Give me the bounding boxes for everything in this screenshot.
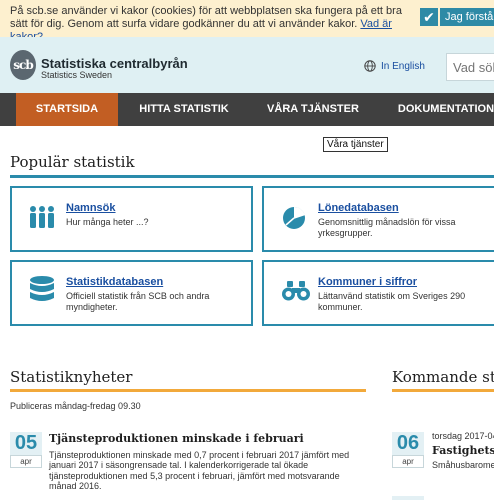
language-link[interactable]: In English	[381, 61, 425, 72]
nav-hitta-statistik[interactable]: HITTA STATISTIK	[128, 93, 240, 126]
card-statistikdatabasen[interactable]: Statistikdatabasen Officiell statistik f…	[10, 260, 253, 326]
news-item-title[interactable]: Tjänsteproduktionen minskade i februari	[49, 432, 304, 445]
card-desc-statistikdatabasen: Officiell statistik från SCB och andra m…	[66, 291, 210, 312]
card-desc-lonedatabasen: Genomsnittlig månadslön för vissa yrkesg…	[318, 217, 456, 238]
card-lonedatabasen[interactable]: Lönedatabasen Genomsnittlig månadslön fö…	[262, 186, 494, 252]
nav-tooltip: Våra tjänster	[323, 137, 388, 152]
people-icon	[30, 206, 54, 228]
news-heading: Statistiknyheter	[10, 368, 133, 386]
upcoming-item-title[interactable]: Fastighetspriser	[432, 444, 494, 457]
upcoming-heading: Kommande statistik	[392, 368, 494, 386]
site-subname: Statistics Sweden	[41, 70, 113, 80]
upcoming-date-day: 06	[396, 432, 420, 454]
nav-startsida[interactable]: STARTSIDA	[16, 93, 118, 126]
upcoming-date-badge-2	[392, 496, 424, 500]
popular-heading: Populär statistik	[10, 153, 135, 171]
card-desc-namnsok: Hur många heter ...?	[66, 217, 149, 227]
card-namnsok[interactable]: Namnsök Hur många heter ...?	[10, 186, 253, 252]
news-date-month: apr	[10, 455, 42, 468]
card-title-statistikdatabasen[interactable]: Statistikdatabasen	[66, 276, 163, 288]
check-icon[interactable]: ✔	[420, 8, 438, 26]
site-name[interactable]: Statistiska centralbyrån	[41, 56, 188, 71]
page: På scb.se använder vi kakor (cookies) fö…	[0, 0, 494, 500]
card-desc-kommuner: Lättanvänd statistik om Sveriges 290 kom…	[318, 291, 466, 312]
upcoming-date-month: apr	[392, 455, 424, 468]
database-icon	[30, 276, 54, 301]
news-divider	[10, 389, 366, 392]
card-title-lonedatabasen[interactable]: Lönedatabasen	[318, 202, 399, 214]
upcoming-date-badge: 06 apr	[392, 432, 424, 468]
binoculars-icon	[282, 281, 310, 301]
scb-logo[interactable]: scb	[10, 50, 36, 80]
pie-chart-icon	[283, 206, 305, 229]
card-title-kommuner[interactable]: Kommuner i siffror	[318, 276, 417, 288]
news-publish-schedule: Publiceras måndag-fredag 09.30	[10, 401, 141, 411]
upcoming-item-text: Småhusbarometern	[432, 460, 494, 470]
globe-icon	[364, 60, 376, 72]
search-input[interactable]	[446, 53, 494, 81]
cookie-text: På scb.se använder vi kakor (cookies) fö…	[10, 5, 402, 30]
nav-vara-tjanster[interactable]: VÅRA TJÄNSTER	[258, 93, 368, 126]
news-date-day: 05	[14, 432, 38, 454]
upcoming-divider	[392, 389, 494, 392]
cookie-banner: På scb.se använder vi kakor (cookies) fö…	[0, 0, 494, 43]
news-item-text: Tjänsteproduktionen minskade med 0,7 pro…	[49, 450, 350, 492]
nav-dokumentation[interactable]: DOKUMENTATION	[386, 93, 494, 126]
news-date-badge: 05 apr	[10, 432, 42, 468]
card-kommuner-i-siffror[interactable]: Kommuner i siffror Lättanvänd statistik …	[262, 260, 494, 326]
popular-divider	[10, 175, 494, 178]
main-nav: STARTSIDA HITTA STATISTIK VÅRA TJÄNSTER …	[0, 93, 494, 126]
cookie-accept-button[interactable]: Jag förstår	[440, 8, 494, 26]
upcoming-item-date: torsdag 2017-04-06	[432, 431, 494, 441]
site-header: scb Statistiska centralbyrån Statistics …	[0, 37, 494, 93]
card-title-namnsok[interactable]: Namnsök	[66, 202, 116, 214]
